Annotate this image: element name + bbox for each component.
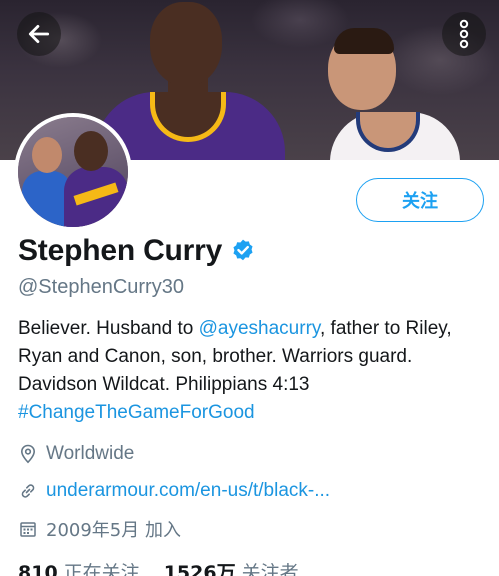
following-label[interactable]: 正在关注	[64, 558, 140, 576]
name-row: Stephen Curry	[18, 234, 256, 268]
handle: @StephenCurry30	[18, 276, 184, 298]
following-count[interactable]: 810	[18, 562, 58, 576]
avatar-figure-1-head	[32, 137, 62, 173]
bio-hashtag-link[interactable]: #ChangeTheGameForGood	[18, 402, 255, 423]
link-icon	[18, 481, 38, 501]
verified-badge-icon	[233, 239, 253, 261]
back-arrow-icon	[28, 25, 50, 43]
follow-button[interactable]: 关注	[356, 178, 484, 222]
location-row: Worldwide	[18, 443, 134, 465]
banner-figure-right-hair	[334, 28, 394, 54]
followers-label[interactable]: 关注者	[242, 558, 299, 576]
location-pin-icon	[18, 444, 38, 464]
more-vertical-icon	[459, 19, 469, 49]
join-date-text: 2009年5月 加入	[46, 520, 181, 541]
more-options-button[interactable]	[442, 12, 486, 56]
avatar-figure-2-head	[74, 131, 108, 171]
bio-text-1: Believer. Husband to	[18, 318, 199, 339]
website-link[interactable]: underarmour.com/en-us/t/black-...	[46, 480, 330, 502]
bio-mention-link[interactable]: @ayeshacurry	[199, 318, 320, 339]
join-date-row: 2009年5月 加入	[18, 516, 181, 542]
display-name: Stephen Curry	[18, 234, 223, 267]
followers-count[interactable]: 1526万	[164, 558, 236, 576]
calendar-icon	[18, 519, 38, 539]
back-button[interactable]	[17, 12, 61, 56]
location-text: Worldwide	[46, 443, 135, 464]
bio: Believer. Husband to @ayeshacurry, fathe…	[18, 315, 488, 427]
website-row[interactable]: underarmour.com/en-us/t/black-...	[18, 480, 330, 502]
avatar[interactable]	[14, 113, 132, 231]
stats-row: 810 正在关注 1526万 关注者	[18, 558, 323, 576]
banner-figure-left-head	[150, 2, 222, 86]
